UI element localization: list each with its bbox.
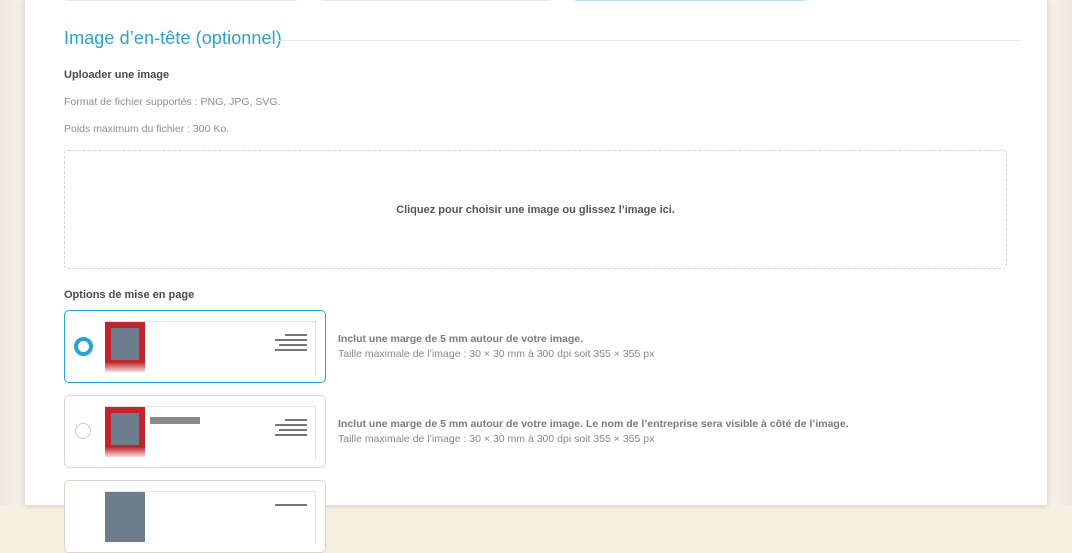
layout-option-1-preview: [105, 321, 316, 374]
layout-option-1-radio[interactable]: [74, 337, 93, 356]
layout-option-2[interactable]: [64, 395, 326, 468]
image-dropzone[interactable]: Cliquez pour choisir une image ou glisse…: [64, 150, 1007, 269]
previous-field-3[interactable]: [575, 0, 805, 1]
company-name-placeholder: [150, 417, 200, 424]
dropzone-text: Cliquez pour choisir une image ou glisse…: [396, 203, 675, 216]
logo-placeholder: [105, 322, 145, 372]
upload-max-size-text: Poids maximum du fichier : 300 Ko.: [64, 123, 230, 135]
upload-label: Uploader une image: [64, 69, 170, 81]
address-lines-icon: [271, 334, 307, 354]
layout-option-2-description: Inclut une marge de 5 mm autour de votre…: [338, 417, 849, 447]
layout-option-3-preview: [105, 491, 316, 544]
upload-formats-text: Format de fichier supportés : PNG, JPG, …: [64, 96, 281, 108]
form-panel: Image d’en-tête (optionnel) Uploader une…: [25, 0, 1047, 553]
layout-option-2-line2: Taille maximale de l’image : 30 × 30 mm …: [338, 433, 655, 445]
previous-field-2[interactable]: [321, 0, 551, 1]
layout-options-label: Options de mise en page: [64, 289, 195, 301]
layout-option-1-line2: Taille maximale de l’image : 30 × 30 mm …: [338, 348, 655, 360]
layout-option-1-line1: Inclut une marge de 5 mm autour de votre…: [338, 333, 584, 345]
layout-option-2-preview: [105, 406, 316, 459]
section-divider: [277, 40, 1019, 41]
address-lines-icon: [271, 419, 307, 439]
layout-option-3[interactable]: [64, 480, 326, 553]
logo-image-placeholder: [111, 328, 139, 360]
layout-option-2-line1: Inclut une marge de 5 mm autour de votre…: [338, 418, 849, 430]
layout-option-1-description: Inclut une marge de 5 mm autour de votre…: [338, 332, 654, 362]
section-title: Image d’en-tête (optionnel): [64, 28, 282, 48]
logo-image-placeholder: [111, 413, 139, 445]
logo-placeholder: [105, 492, 145, 542]
layout-option-2-radio[interactable]: [75, 423, 91, 439]
logo-placeholder: [105, 407, 145, 457]
previous-field-1[interactable]: [65, 0, 297, 1]
layout-option-1[interactable]: [64, 310, 326, 383]
